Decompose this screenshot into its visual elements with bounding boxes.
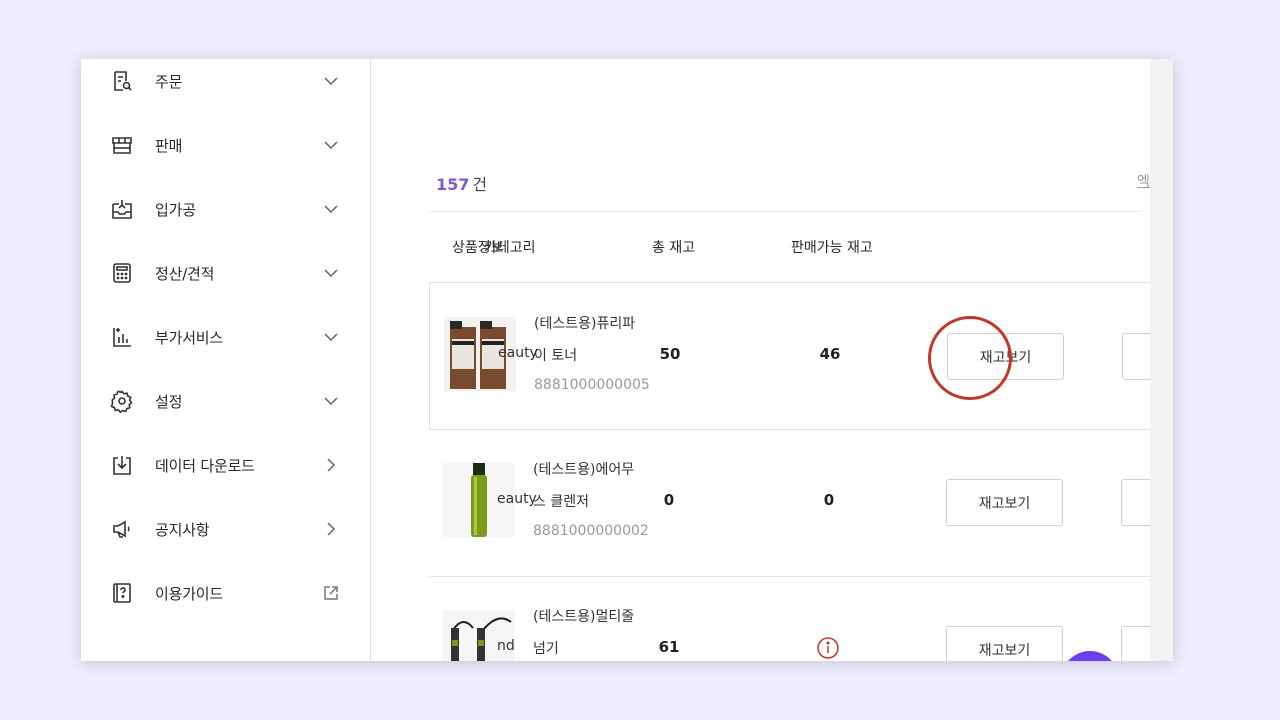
column-header-available-stock: 판매가능 재고	[791, 240, 873, 256]
external-link-icon	[321, 583, 341, 603]
info-icon[interactable]	[816, 636, 840, 660]
gear-icon	[109, 388, 135, 414]
sidebar-item-sales[interactable]: 판매	[81, 123, 371, 167]
store-icon	[109, 132, 135, 158]
product-name-continued: 이 토너	[534, 348, 578, 364]
excel-download-link[interactable]: 엑	[1137, 171, 1151, 191]
sidebar-item-data-download[interactable]: 데이터 다운로드	[81, 443, 371, 487]
sidebar-item-extra-services[interactable]: 부가서비스	[81, 315, 371, 359]
table-row[interactable]: (테스트용)멀티줄 nd 넘기 61 재고보기	[429, 576, 1161, 661]
product-barcode: 8881000000005	[534, 377, 650, 393]
sidebar-item-label: 설정	[155, 392, 183, 411]
result-count-unit: 건	[472, 175, 488, 194]
sidebar-item-label: 이용가이드	[155, 584, 224, 603]
chevron-down-icon	[321, 199, 341, 219]
column-header-category: 카테고리	[484, 240, 536, 256]
product-barcode: 8881000000002	[533, 523, 649, 539]
guide-book-icon	[109, 580, 135, 606]
product-name-continued: 넘기	[533, 641, 559, 657]
app-window: 주문 판매 입가공 정산/견적 부가서비스 설정 데이터 다운로드 공지사항 이…	[81, 59, 1173, 661]
sidebar-item-label: 정산/견적	[155, 264, 215, 283]
chevron-right-icon	[321, 519, 341, 539]
table-row[interactable]: (테스트용)퓨리파 eauty 이 토너 8881000000005 50 46…	[429, 282, 1162, 430]
table-row[interactable]: (테스트용)에어무 eauty 스 클렌저 8881000000002 0 0 …	[429, 429, 1161, 577]
right-edge-panel	[1150, 59, 1173, 661]
product-category: eauty	[498, 345, 538, 361]
sidebar-item-label: 공지사항	[155, 520, 210, 539]
product-name: (테스트용)에어무	[533, 462, 635, 478]
total-stock-value: 61	[658, 638, 680, 656]
product-name: (테스트용)멀티줄	[533, 609, 635, 625]
view-stock-button[interactable]: 재고보기	[946, 479, 1063, 526]
chevron-down-icon	[321, 71, 341, 91]
result-count: 157 건	[436, 171, 487, 195]
sidebar-item-orders[interactable]: 주문	[81, 59, 371, 103]
chevron-down-icon	[321, 391, 341, 411]
sidebar-item-user-guide[interactable]: 이용가이드	[81, 571, 371, 615]
sidebar: 주문 판매 입가공 정산/견적 부가서비스 설정 데이터 다운로드 공지사항 이…	[81, 59, 371, 661]
chevron-right-icon	[321, 455, 341, 475]
column-header-total-stock: 총 재고	[652, 240, 696, 256]
inbox-icon	[109, 196, 135, 222]
sidebar-item-label: 부가서비스	[155, 328, 224, 347]
download-icon	[109, 452, 135, 478]
total-stock-value: 50	[659, 345, 681, 363]
product-category: eauty	[497, 491, 537, 507]
order-search-icon	[109, 68, 135, 94]
total-stock-value: 0	[663, 491, 675, 509]
header-divider	[429, 211, 1141, 212]
megaphone-icon	[109, 516, 135, 542]
available-stock-value: 46	[819, 345, 841, 363]
sidebar-item-settings[interactable]: 설정	[81, 379, 371, 423]
chart-plus-icon	[109, 324, 135, 350]
calculator-icon	[109, 260, 135, 286]
sidebar-item-label: 주문	[155, 72, 183, 91]
available-stock-value: 0	[823, 491, 835, 509]
chevron-down-icon	[321, 263, 341, 283]
sidebar-item-processing[interactable]: 입가공	[81, 187, 371, 231]
chevron-down-icon	[321, 327, 341, 347]
sidebar-item-label: 입가공	[155, 200, 196, 219]
highlight-circle-annotation	[928, 316, 1012, 400]
product-category: nd	[497, 638, 515, 654]
result-count-number: 157	[436, 175, 470, 194]
product-name: (테스트용)퓨리파	[534, 316, 636, 332]
chevron-down-icon	[321, 135, 341, 155]
sidebar-item-label: 데이터 다운로드	[155, 456, 255, 475]
view-stock-button[interactable]: 재고보기	[946, 626, 1063, 661]
sidebar-item-notices[interactable]: 공지사항	[81, 507, 371, 551]
sidebar-item-label: 판매	[155, 136, 183, 155]
inventory-panel: 157 건 엑 상품정보 카테고리 총 재고 판매가능 재고 (테스트용)퓨리파…	[372, 59, 1162, 661]
sidebar-item-settlement[interactable]: 정산/견적	[81, 251, 371, 295]
product-name-continued: 스 클렌저	[533, 494, 589, 510]
